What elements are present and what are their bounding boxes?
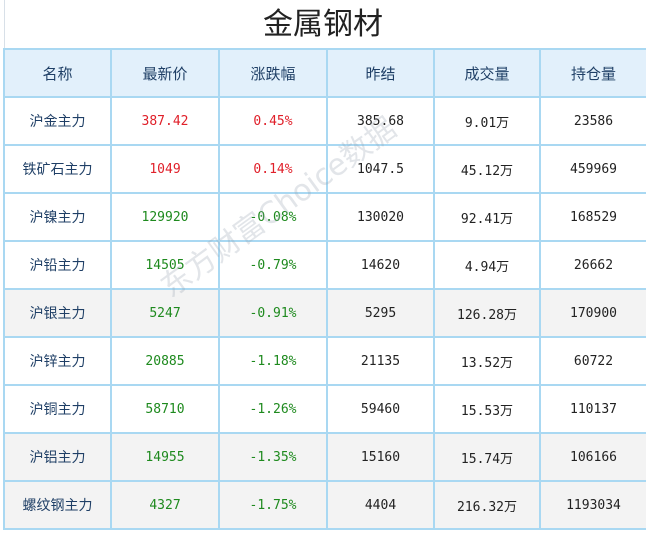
column-header-volume[interactable]: 成交量 <box>433 48 541 98</box>
cell-volume: 15.74万 <box>433 432 541 482</box>
cell-last-price: 1049 <box>110 144 220 194</box>
column-header-change[interactable]: 涨跌幅 <box>218 48 328 98</box>
cell-open-interest: 60722 <box>539 336 646 386</box>
cell-prev-settle: 4404 <box>326 480 435 530</box>
table-row[interactable]: 沪锌主力 20885 -1.18% 21135 13.52万 60722 <box>3 336 646 386</box>
cell-change: -1.35% <box>218 432 328 482</box>
cell-volume: 15.53万 <box>433 384 541 434</box>
column-header-name[interactable]: 名称 <box>3 48 112 98</box>
cell-open-interest: 106166 <box>539 432 646 482</box>
cell-prev-settle: 14620 <box>326 240 435 290</box>
cell-volume: 92.41万 <box>433 192 541 242</box>
cell-open-interest: 26662 <box>539 240 646 290</box>
cell-prev-settle: 59460 <box>326 384 435 434</box>
table-row[interactable]: 沪金主力 387.42 0.45% 385.68 9.01万 23586 <box>3 96 646 146</box>
cell-prev-settle: 15160 <box>326 432 435 482</box>
cell-change: -0.79% <box>218 240 328 290</box>
cell-change: -0.08% <box>218 192 328 242</box>
cell-prev-settle: 385.68 <box>326 96 435 146</box>
cell-change: -0.91% <box>218 288 328 338</box>
cell-name: 沪铜主力 <box>3 384 112 434</box>
cell-change: 0.45% <box>218 96 328 146</box>
table-body: 沪金主力 387.42 0.45% 385.68 9.01万 23586 铁矿石主力 1049… <box>3 96 646 530</box>
cell-volume: 216.32万 <box>433 480 541 530</box>
cell-change: -1.18% <box>218 336 328 386</box>
table-row[interactable]: 铁矿石主力 1049 0.14% 1047.5 45.12万 459969 <box>3 144 646 194</box>
cell-volume: 45.12万 <box>433 144 541 194</box>
cell-prev-settle: 1047.5 <box>326 144 435 194</box>
column-header-last-price[interactable]: 最新价 <box>110 48 220 98</box>
cell-volume: 9.01万 <box>433 96 541 146</box>
cell-name: 沪铝主力 <box>3 432 112 482</box>
cell-name: 铁矿石主力 <box>3 144 112 194</box>
cell-last-price: 5247 <box>110 288 220 338</box>
page-title: 金属钢材 <box>263 7 383 42</box>
cell-volume: 126.28万 <box>433 288 541 338</box>
quote-table: 名称 最新价 涨跌幅 昨结 成交量 持仓量 沪金主力 387.42 0.45% 385… <box>3 48 646 530</box>
cell-last-price: 20885 <box>110 336 220 386</box>
table-row[interactable]: 沪镍主力 129920 -0.08% 130020 92.41万 168529 <box>3 192 646 242</box>
cell-volume: 13.52万 <box>433 336 541 386</box>
table-row[interactable]: 螺纹钢主力 4327 -1.75% 4404 216.32万 1193034 <box>3 480 646 530</box>
cell-name: 螺纹钢主力 <box>3 480 112 530</box>
cell-name: 沪银主力 <box>3 288 112 338</box>
table-row[interactable]: 沪铝主力 14955 -1.35% 15160 15.74万 106166 <box>3 432 646 482</box>
cell-open-interest: 459969 <box>539 144 646 194</box>
cell-change: -1.75% <box>218 480 328 530</box>
cell-prev-settle: 5295 <box>326 288 435 338</box>
cell-open-interest: 23586 <box>539 96 646 146</box>
table-row[interactable]: 沪铜主力 58710 -1.26% 59460 15.53万 110137 <box>3 384 646 434</box>
column-header-prev-settle[interactable]: 昨结 <box>326 48 435 98</box>
cell-change: -1.26% <box>218 384 328 434</box>
cell-name: 沪金主力 <box>3 96 112 146</box>
cell-open-interest: 168529 <box>539 192 646 242</box>
cell-change: 0.14% <box>218 144 328 194</box>
cell-last-price: 129920 <box>110 192 220 242</box>
cell-last-price: 14505 <box>110 240 220 290</box>
cell-prev-settle: 21135 <box>326 336 435 386</box>
cell-last-price: 4327 <box>110 480 220 530</box>
cell-open-interest: 1193034 <box>539 480 646 530</box>
cell-volume: 4.94万 <box>433 240 541 290</box>
column-header-open-interest[interactable]: 持仓量 <box>539 48 646 98</box>
table-row[interactable]: 沪铅主力 14505 -0.79% 14620 4.94万 26662 <box>3 240 646 290</box>
table-header-row: 名称 最新价 涨跌幅 昨结 成交量 持仓量 <box>3 48 646 98</box>
table-row[interactable]: 沪银主力 5247 -0.91% 5295 126.28万 170900 <box>3 288 646 338</box>
cell-open-interest: 110137 <box>539 384 646 434</box>
cell-name: 沪铅主力 <box>3 240 112 290</box>
cell-name: 沪锌主力 <box>3 336 112 386</box>
cell-last-price: 387.42 <box>110 96 220 146</box>
cell-last-price: 14955 <box>110 432 220 482</box>
cell-name: 沪镍主力 <box>3 192 112 242</box>
cell-prev-settle: 130020 <box>326 192 435 242</box>
cell-last-price: 58710 <box>110 384 220 434</box>
cell-open-interest: 170900 <box>539 288 646 338</box>
